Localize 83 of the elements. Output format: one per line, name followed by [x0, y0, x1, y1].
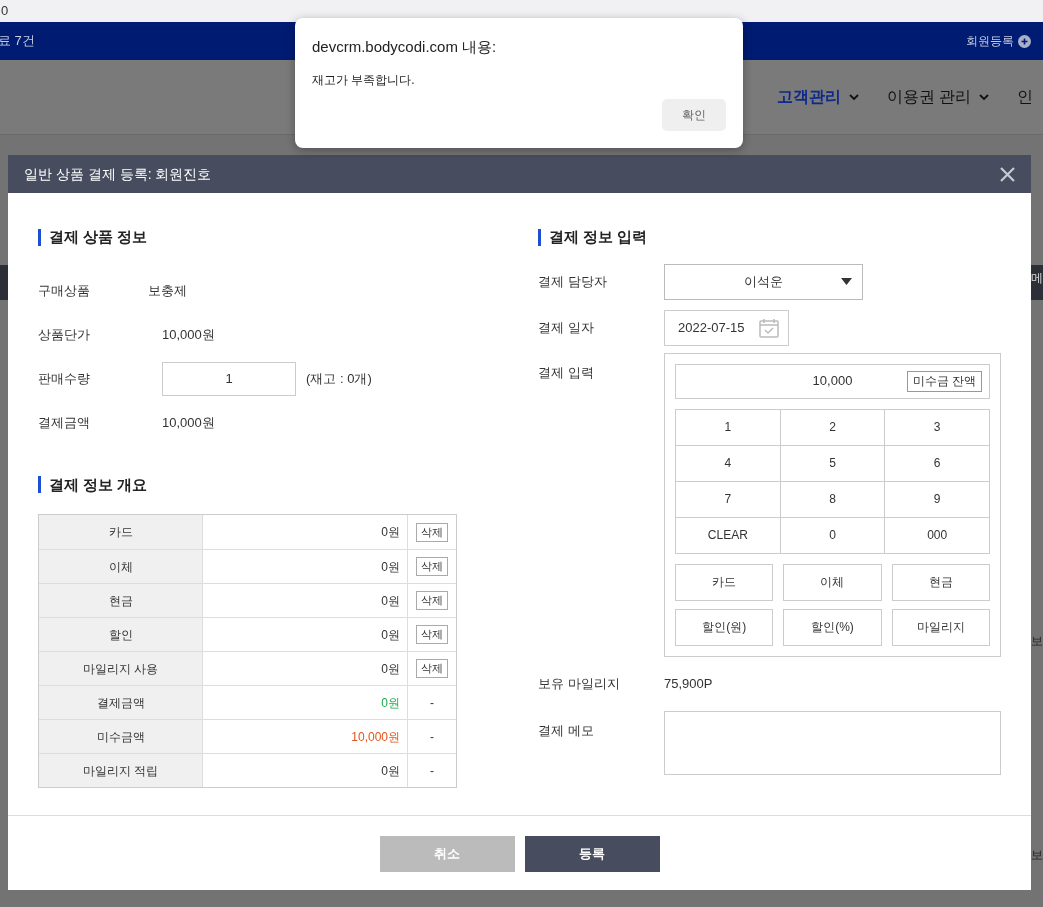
payment-method-button[interactable]: 할인(원) [675, 608, 774, 646]
staff-select[interactable]: 이석운 [664, 263, 863, 300]
summary-amount: 0원 [381, 524, 400, 541]
keypad-key[interactable]: 2 [780, 409, 886, 446]
summary-amount: 0원 [381, 558, 400, 576]
cell-text: 보 [1031, 847, 1043, 864]
field-label: 결제 입력 [538, 363, 595, 382]
cell-text: 보 [1031, 633, 1043, 650]
keypad-key[interactable]: 9 [885, 481, 990, 518]
keypad-key[interactable]: 7 [676, 481, 781, 518]
summary-label: 카드 [39, 515, 203, 549]
field-label: 결제 담당자 [538, 272, 608, 291]
summary-amount: 0원 [381, 660, 400, 678]
keypad-key[interactable]: 6 [885, 445, 990, 482]
keypad-key[interactable]: 8 [780, 481, 886, 518]
empty-mark: - [430, 694, 434, 712]
field-label: 상품단가 [38, 325, 91, 344]
field-label: 결제 일자 [538, 318, 595, 337]
keypad-key[interactable]: 5 [780, 445, 886, 482]
summary-label: 마일리지 적립 [39, 754, 203, 787]
keypad-key[interactable]: 000 [885, 517, 990, 554]
close-icon[interactable] [1000, 166, 1015, 182]
delete-button[interactable]: 삭제 [416, 625, 448, 644]
summary-label: 미수금액 [39, 720, 203, 753]
payment-method-button[interactable]: 현금 [891, 563, 990, 601]
field-value: 10,000원 [162, 325, 215, 344]
section-title: 결제 상품 정보 [49, 227, 148, 247]
summary-amount: 0원 [381, 592, 400, 610]
plus-circle-icon [1018, 34, 1031, 48]
alert-message: 재고가 부족합니다. [312, 71, 416, 89]
alert-title: devcrm.bodycodi.com 내용: [312, 37, 498, 57]
dropdown-arrow-icon [841, 278, 852, 285]
summary-amount: 0원 [381, 762, 400, 780]
keypad-key[interactable]: CLEAR [676, 517, 781, 554]
section-marker [38, 228, 41, 246]
quantity-input[interactable]: 1 [162, 361, 296, 396]
section-title: 결제 정보 입력 [549, 227, 648, 247]
summary-label: 결제금액 [39, 686, 203, 719]
payment-method-button[interactable]: 마일리지 [891, 608, 990, 646]
payment-method-button[interactable]: 할인(%) [783, 608, 882, 646]
summary-label: 현금 [39, 584, 203, 617]
summary-amount: 0원 [381, 694, 400, 712]
confirm-button[interactable]: 확인 [662, 99, 726, 131]
section-marker [38, 476, 41, 494]
delete-button[interactable]: 삭제 [416, 557, 448, 576]
payment-method-button[interactable]: 이체 [783, 563, 882, 601]
register-link[interactable]: 회원등록 [966, 32, 1014, 50]
section-title: 결제 정보 개요 [49, 474, 148, 495]
field-value: 보충제 [148, 281, 187, 300]
calendar-icon [758, 317, 779, 338]
stock-note: (재고 : 0개) [306, 369, 372, 388]
field-label: 결제 메모 [538, 721, 595, 740]
date-field[interactable]: 2022-07-15 [664, 309, 789, 346]
summary-amount: 0원 [381, 626, 400, 644]
delete-button[interactable]: 삭제 [416, 659, 448, 678]
section-marker [538, 228, 541, 246]
field-label: 결제금액 [38, 413, 91, 432]
amount-field[interactable]: 10,000 미수금 잔액 [675, 363, 990, 399]
payment-method-button[interactable]: 카드 [675, 563, 774, 601]
keypad-key[interactable]: 1 [676, 409, 781, 446]
keypad-key[interactable]: 0 [780, 517, 886, 554]
empty-mark: - [430, 762, 434, 780]
delete-button[interactable]: 삭제 [416, 591, 448, 610]
register-button[interactable]: 등록 [524, 836, 660, 872]
keypad-key[interactable]: 4 [676, 445, 781, 482]
dialog-title: 일반 상품 결제 등록: 회원진호 [24, 164, 212, 184]
memo-field[interactable] [664, 710, 1001, 775]
summary-amount: 10,000원 [351, 728, 400, 746]
keypad-key[interactable]: 3 [885, 409, 990, 446]
balance-button[interactable]: 미수금 잔액 [906, 370, 982, 392]
nav-item[interactable]: 이용권 관리 [886, 85, 989, 109]
nav-item[interactable]: 인 [1017, 85, 1033, 109]
empty-mark: - [430, 728, 434, 746]
column-header-text: 메 [1031, 271, 1043, 285]
delete-button[interactable]: 삭제 [416, 522, 448, 542]
field-value: 10,000원 [162, 413, 215, 432]
summary-label: 이체 [39, 550, 203, 583]
field-label: 보유 마일리지 [538, 674, 621, 693]
field-label: 판매수량 [38, 369, 91, 388]
summary-label: 할인 [39, 618, 203, 651]
mileage-value: 75,900P [664, 674, 713, 693]
address-text: 0 [1, 2, 9, 21]
summary-label: 마일리지 사용 [39, 652, 203, 685]
